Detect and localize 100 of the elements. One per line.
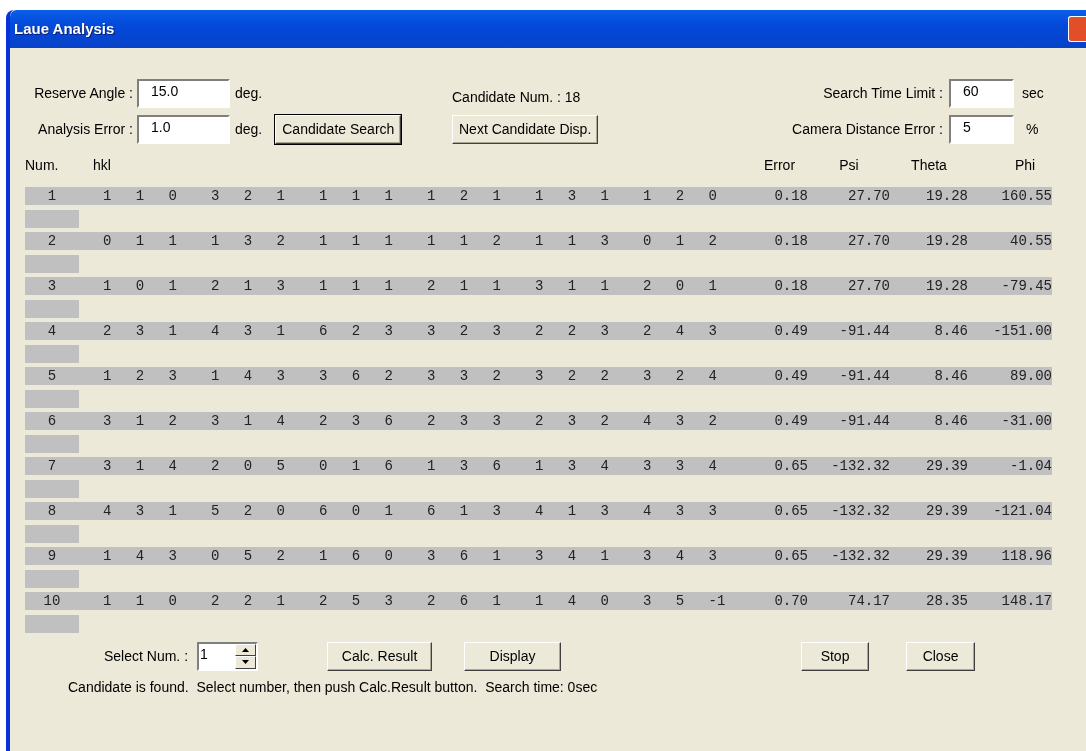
- table-cell: 5 2 0: [211, 502, 285, 520]
- next-candidate-button[interactable]: Next Candidate Disp.: [452, 115, 599, 144]
- table-cell: 2 5 3: [319, 592, 393, 610]
- table-cell: 0.49: [774, 322, 808, 340]
- table-cell: 2 3 1: [103, 322, 177, 340]
- table-cell: 0 5 2: [211, 547, 285, 565]
- table-cell: 4 3 1: [211, 322, 285, 340]
- table-cell: 2 6 1: [427, 592, 501, 610]
- table-cell: 3 2 2: [535, 367, 609, 385]
- table-row[interactable]: 7 3 1 4 2 0 5 0 1 6 1 3 6 1 3 4 3 3 4 0.65 -132.32 29.39 -1.04: [25, 457, 1052, 475]
- table-row[interactable]: 5 1 2 3 1 4 3 3 6 2 3 3 2 3 2 2 3 2 4 0.49 -91.44 8.46 89.00: [25, 367, 1052, 385]
- table-cell: 29.39: [926, 547, 968, 565]
- table-cell: 1 6 0: [319, 547, 393, 565]
- table-cell: -91.44: [839, 367, 890, 385]
- table-cell: 3 5 -1: [643, 592, 726, 610]
- table-cell: 19.28: [926, 277, 968, 295]
- table-cell: 3 1 4: [103, 457, 177, 475]
- value-field[interactable]: 60: [949, 79, 1014, 108]
- empty-cell: [25, 300, 79, 318]
- column-header: Error: [763, 156, 796, 175]
- empty-cell: [25, 210, 79, 228]
- table-cell: 3 2 1: [211, 187, 285, 205]
- select-number-spinner[interactable]: 1: [197, 641, 259, 671]
- table-cell: 2 2 1: [211, 592, 285, 610]
- dialog-button[interactable]: Stop: [801, 641, 870, 671]
- table-cell: 1 1 1: [319, 277, 393, 295]
- table-cell: 6: [47, 412, 57, 430]
- table-cell: 89.00: [1010, 367, 1052, 385]
- table-cell: -151.00: [993, 322, 1052, 340]
- table-cell: 2 1 3: [211, 277, 285, 295]
- empty-cell: [25, 255, 79, 273]
- table-row[interactable]: 1 1 1 0 3 2 1 1 1 1 1 2 1 1 3 1 1 2 0 0.18 27.70 19.28 160.55: [25, 187, 1052, 205]
- table-cell: 1 2 3: [103, 367, 177, 385]
- table-cell: 1 1 3: [535, 232, 609, 250]
- table-cell: 2 3 6: [319, 412, 393, 430]
- empty-cell: [25, 615, 79, 633]
- table-cell: 0 1 1: [103, 232, 177, 250]
- table-cell: 1 1 1: [319, 187, 393, 205]
- table-cell: 19.28: [926, 187, 968, 205]
- table-row[interactable]: 9 1 4 3 0 5 2 1 6 0 3 6 1 3 4 1 3 4 3 0.65 -132.32 29.39 118.96: [25, 547, 1052, 565]
- table-row[interactable]: 4 2 3 1 4 3 1 6 2 3 3 2 3 2 2 3 2 4 3 0.49 -91.44 8.46 -151.00: [25, 322, 1052, 340]
- field-label: Reserve Angle :: [33, 84, 134, 103]
- table-cell: 1: [47, 187, 57, 205]
- spin-up-button[interactable]: [235, 643, 257, 656]
- table-cell: 0.49: [774, 367, 808, 385]
- table-cell: 1 4 3: [211, 367, 285, 385]
- table-cell: 6 0 1: [319, 502, 393, 520]
- table-row[interactable]: 3 1 0 1 2 1 3 1 1 1 2 1 1 3 1 1 2 0 1 0.18 27.70 19.28 -79.45: [25, 277, 1052, 295]
- table-cell: 0.49: [774, 412, 808, 430]
- table-cell: 0.70: [774, 592, 808, 610]
- table-cell: 0.18: [774, 277, 808, 295]
- column-header: Theta: [911, 156, 947, 175]
- table-cell: 8: [47, 502, 57, 520]
- table-cell: 9: [47, 547, 57, 565]
- close-window-button[interactable]: [1068, 16, 1086, 42]
- select-number-label: Select Num. :: [104, 646, 189, 666]
- table-cell: 3 3 4: [643, 457, 717, 475]
- dialog-button[interactable]: Display: [464, 641, 562, 671]
- unit-label: deg.: [235, 84, 263, 103]
- table-cell: 10: [43, 592, 61, 610]
- candidate-count: Candidate Num. : 18: [452, 88, 581, 107]
- table-cell: 1 2 1: [427, 187, 501, 205]
- table-cell: 6 2 3: [319, 322, 393, 340]
- candidate-search-button[interactable]: Candidate Search: [275, 115, 402, 144]
- empty-cell: [25, 570, 79, 588]
- value-field[interactable]: 1.0: [137, 115, 230, 144]
- table-cell: 7: [47, 457, 57, 475]
- table-row[interactable]: 2 0 1 1 1 3 2 1 1 1 1 1 2 1 1 3 0 1 2 0.18 27.70 19.28 40.55: [25, 232, 1052, 250]
- up-arrow-icon: [242, 647, 250, 652]
- empty-cell: [25, 525, 79, 543]
- unit-label: sec: [1022, 84, 1045, 103]
- column-header: Psi: [839, 156, 859, 175]
- table-row[interactable]: 10 1 1 0 2 2 1 2 5 3 2 6 1 1 4 0 3 5 -1 0.70 74.17 28.35 148.17: [25, 592, 1052, 610]
- table-cell: 2 0 5: [211, 457, 285, 475]
- table-cell: 0.65: [774, 547, 808, 565]
- spin-down-button[interactable]: [235, 656, 257, 669]
- value-field[interactable]: 5: [949, 115, 1014, 144]
- table-cell: 2 0 1: [643, 277, 717, 295]
- table-cell: 4 1 3: [535, 502, 609, 520]
- field-label: Search Time Limit :: [823, 84, 943, 103]
- table-cell: 160.55: [1001, 187, 1052, 205]
- table-cell: 0.65: [774, 502, 808, 520]
- table-row[interactable]: 6 3 1 2 3 1 4 2 3 6 2 3 3 2 3 2 4 3 2 0.49 -91.44 8.46 -31.00: [25, 412, 1052, 430]
- table-cell: 27.70: [848, 187, 890, 205]
- status-message: Candidate is found. Select number, then push Calc.Result button. Search time: 0sec: [68, 678, 599, 697]
- table-cell: 3 6 2: [319, 367, 393, 385]
- table-cell: 1 3 6: [427, 457, 501, 475]
- dialog-button[interactable]: Calc. Result: [327, 641, 433, 671]
- value-field[interactable]: 15.0: [137, 79, 230, 108]
- table-cell: 3 1 4: [211, 412, 285, 430]
- table-cell: -91.44: [839, 322, 890, 340]
- table-cell: -132.32: [831, 547, 890, 565]
- table-cell: -31.00: [1001, 412, 1052, 430]
- table-cell: 0.18: [774, 232, 808, 250]
- table-cell: 1 1 0: [103, 592, 177, 610]
- table-cell: 8.46: [934, 412, 968, 430]
- table-row[interactable]: 8 4 3 1 5 2 0 6 0 1 6 1 3 4 1 3 4 3 3 0.65 -132.32 29.39 -121.04: [25, 502, 1052, 520]
- table-cell: -91.44: [839, 412, 890, 430]
- dialog-button[interactable]: Close: [906, 641, 976, 671]
- table-cell: 6 1 3: [427, 502, 501, 520]
